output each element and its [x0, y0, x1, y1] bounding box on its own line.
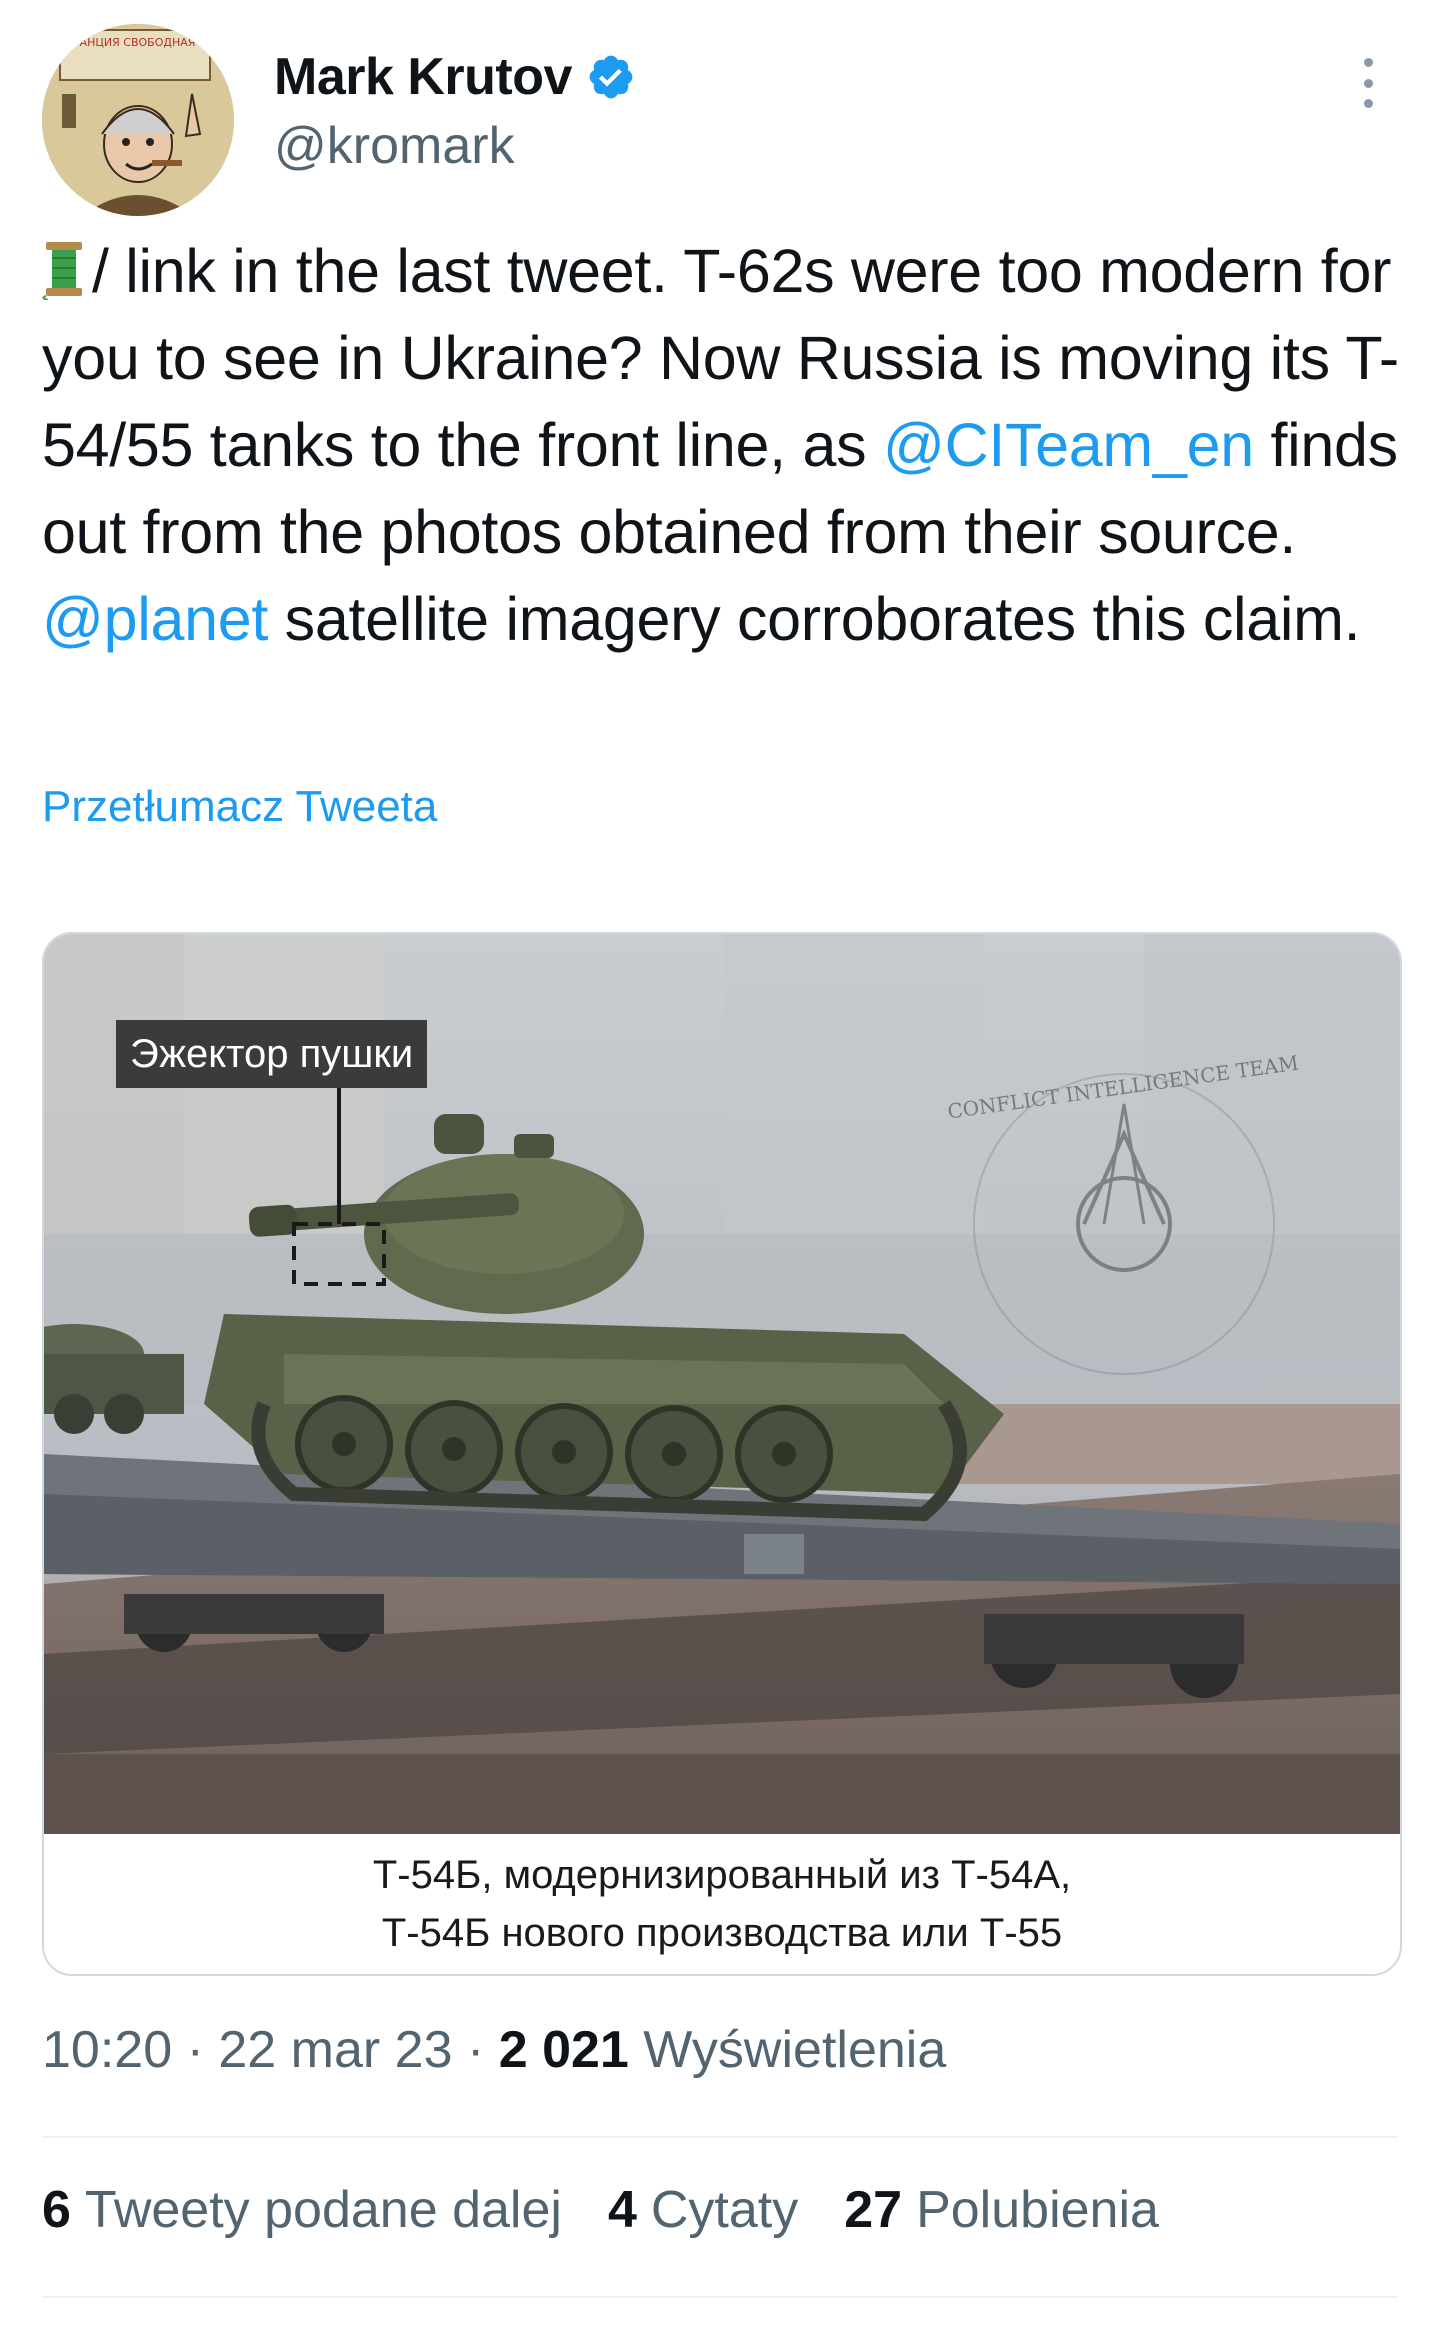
caption-line-2: Т-54Б нового производства или Т-55	[381, 1911, 1063, 1955]
more-dot	[1363, 99, 1373, 108]
meta-separator: ·	[452, 2021, 499, 2079]
tweet-stats: 6 Tweety podane dalej 4 Cytaty 27 Polubieni…	[42, 2180, 1159, 2240]
quotes-stat[interactable]: 4 Cytaty	[608, 2180, 798, 2240]
likes-count: 27	[844, 2181, 903, 2239]
tweet-time[interactable]: 10:20	[42, 2021, 172, 2079]
likes-stat[interactable]: 27 Polubienia	[844, 2180, 1159, 2240]
tank-photo[interactable]: CONFLICT INTELLIGENCE TEAM Эжектор пушки	[44, 934, 1400, 1834]
more-dot	[1363, 78, 1373, 88]
media-caption: Т-54Б, модернизированный из Т-54А, Т-54Б…	[44, 1834, 1400, 1974]
more-dot	[1363, 58, 1373, 67]
author-name-row: Mark Krutov	[274, 44, 636, 110]
author-handle[interactable]: @kromark	[274, 116, 636, 176]
views-label: Wyświetlenia	[628, 2021, 947, 2079]
quotes-count: 4	[607, 2181, 637, 2239]
media-card[interactable]: CONFLICT INTELLIGENCE TEAM Эжектор пушки…	[42, 932, 1402, 1976]
railcar-marking	[744, 1534, 804, 1574]
more-options-icon[interactable]	[1358, 58, 1378, 108]
verified-badge-icon	[589, 55, 633, 99]
avatar[interactable]: РАДИОСТАНЦИЯ СВОБОДНАЯ ЕВРОПА	[42, 24, 234, 216]
likes-label: Polubienia	[916, 2181, 1159, 2239]
author-info: Mark Krutov @kromark	[274, 44, 636, 176]
divider	[42, 2296, 1398, 2298]
tweet-date[interactable]: 22 mar 23	[218, 2021, 452, 2079]
tweet-text-part: satellite imagery corroborates this clai…	[268, 585, 1361, 653]
retweets-label: Tweety podane dalej	[84, 2181, 562, 2239]
tweet-detail: РАДИОСТАНЦИЯ СВОБОДНАЯ ЕВРОПА Mark Kruto…	[0, 0, 1440, 2347]
quotes-label: Cytaty	[650, 2181, 799, 2239]
ejector-label: Эжектор пушки	[116, 1020, 428, 1088]
translate-tweet-link[interactable]: Przetłumacz Tweeta	[42, 782, 437, 832]
avatar-illustration: РАДИОСТАНЦИЯ СВОБОДНАЯ ЕВРОПА	[42, 24, 234, 216]
views-count: 2 021	[498, 2021, 629, 2079]
retweets-count: 6	[42, 2181, 71, 2239]
mention-link-citeam[interactable]: @CITeam_en	[883, 411, 1254, 479]
tweet-meta: 10:20 · 22 mar 23 · 2 021 Wyświetlenia	[42, 2020, 946, 2080]
author-display-name[interactable]: Mark Krutov	[274, 47, 572, 107]
mention-link-planet[interactable]: @planet	[42, 585, 268, 653]
caption-line-1: Т-54Б, модернизированный из Т-54А,	[372, 1853, 1072, 1897]
avatar-sign-line1: РАДИОСТАНЦИЯ СВОБОДНАЯ ЕВРОПА	[42, 36, 234, 49]
meta-separator: ·	[172, 2021, 219, 2079]
retweets-stat[interactable]: 6 Tweety podane dalej	[42, 2180, 562, 2240]
tweet-text: / link in the last tweet. T-62s were too…	[42, 228, 1422, 663]
thread-spool-icon	[42, 242, 82, 300]
divider	[42, 2136, 1398, 2138]
